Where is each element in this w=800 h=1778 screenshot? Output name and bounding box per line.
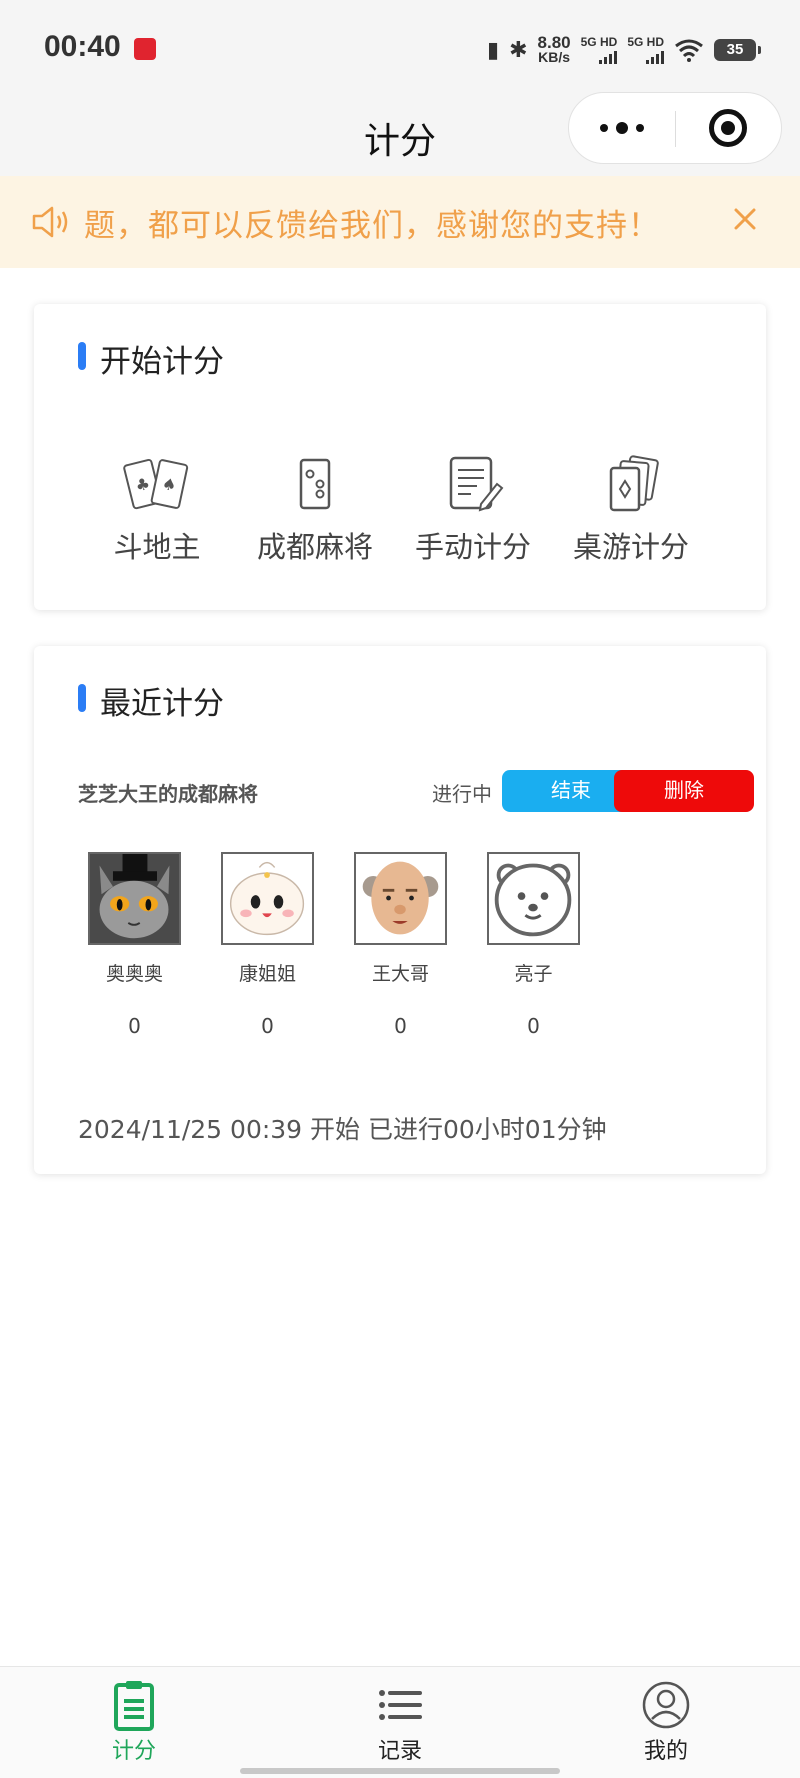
signal-sim1: 5G HD [581,36,618,64]
game-time-info: 2024/11/25 00:39 开始 已进行00小时01分钟 [78,1115,607,1144]
player-name: 亮子 [514,963,553,985]
list-icon [379,1690,422,1720]
status-time: 00:40 [44,30,121,63]
section-title: 最近计分 [78,678,224,723]
dot-icon [600,124,608,132]
miniprogram-capsule [568,92,782,164]
player-score: 0 [261,1014,274,1038]
recent-scoring-card: 最近计分 芝芝大王的成都麻将 进行中 结束 删除 奥奥奥 0 康姐姐 0 王大哥… [34,646,766,1174]
player-name: 奥奥奥 [105,963,163,985]
clipboard-icon [114,1681,154,1731]
battery-icon: 35 [714,39,761,61]
section-title: 开始计分 [78,336,224,381]
status-badge: 进行中 [432,782,492,806]
wifi-icon [675,39,703,62]
dot-icon [616,122,628,134]
avatar [88,852,181,945]
game-option-manual[interactable]: 手动计分 [394,454,552,566]
vibrate-icon: ▮ [486,37,500,63]
delete-game-button[interactable]: 删除 [614,770,754,812]
notification-app-icon [134,38,156,60]
avatar [487,852,580,945]
mahjong-tile-icon [299,458,331,510]
status-bar: 00:40 ▮ ✱ 8.80 KB/s 5G HD 5G HD 35 [0,0,800,96]
dot-icon [636,124,644,132]
close-icon[interactable] [728,202,762,236]
player-name: 王大哥 [371,963,429,985]
game-label: 成都麻将 [256,530,373,564]
player-list: 奥奥奥 0 康姐姐 0 王大哥 0 亮子 0 [88,852,580,1038]
player-item[interactable]: 王大哥 0 [354,852,447,1038]
start-scoring-card: 开始计分 ♣ ♠ 斗地主 成都麻将 手动计分 桌游计分 [34,304,766,610]
close-miniprogram-button[interactable] [709,109,747,147]
tab-mine[interactable]: 我的 [606,1679,726,1765]
signal-bars-icon [646,50,664,64]
player-item[interactable]: 亮子 0 [487,852,580,1038]
playing-cards-icon: ♣ ♠ [123,458,189,510]
bluetooth-icon: ✱ [509,37,528,63]
home-indicator [240,1768,560,1774]
sim2-label: 5G HD [627,35,664,49]
document-edit-icon [449,456,504,512]
signal-bars-icon [599,50,618,64]
signal-sim2: 5G HD [627,36,664,64]
card-deck-icon [609,455,659,512]
network-speed: 8.80 KB/s [537,33,571,65]
player-score: 0 [128,1014,141,1038]
player-item[interactable]: 奥奥奥 0 [88,852,181,1038]
game-options: ♣ ♠ 斗地主 成都麻将 手动计分 桌游计分 [78,454,722,566]
notice-text: 题，都可以反馈给我们，感谢您的支持！ [84,208,660,244]
player-name: 康姐姐 [238,963,296,985]
tab-scoring[interactable]: 计分 [74,1679,194,1765]
game-label: 手动计分 [414,530,531,564]
more-options-button[interactable] [569,93,675,163]
network-speed-unit: KB/s [538,49,571,65]
speaker-icon [32,206,68,238]
tab-records[interactable]: 记录 [340,1679,460,1765]
recent-game-name[interactable]: 芝芝大王的成都麻将 [78,778,258,807]
sim1-label: 5G HD [580,35,618,49]
tab-bar: 计分 记录 我的 [0,1666,800,1778]
avatar [221,852,314,945]
game-option-boardgame[interactable]: 桌游计分 [552,454,710,566]
tab-label: 我的 [643,1739,688,1764]
game-option-doudizhu[interactable]: ♣ ♠ 斗地主 [78,454,236,566]
player-score: 0 [527,1014,540,1038]
player-score: 0 [394,1014,407,1038]
player-item[interactable]: 康姐姐 0 [221,852,314,1038]
network-speed-value: 8.80 [537,33,571,52]
user-icon [642,1681,690,1729]
tab-label: 记录 [377,1739,422,1764]
tab-label: 计分 [111,1739,156,1764]
capsule-divider [675,111,676,147]
notice-bar: 题，都可以反馈给我们，感谢您的支持！ [0,176,800,268]
avatar [354,852,447,945]
game-label: 桌游计分 [572,530,689,564]
game-label: 斗地主 [113,530,201,564]
game-option-chengdu-mahjong[interactable]: 成都麻将 [236,454,394,566]
status-icons: ▮ ✱ 8.80 KB/s 5G HD 5G HD 35 [486,30,761,70]
